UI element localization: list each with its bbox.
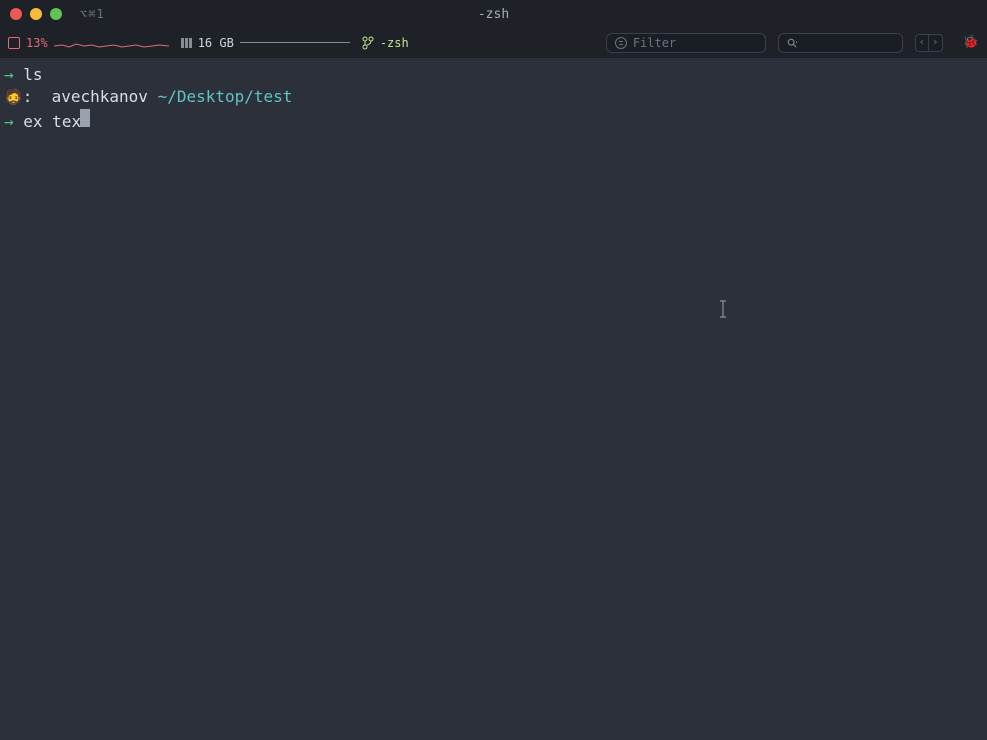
branch-status: -zsh — [362, 36, 409, 50]
cpu-status: 13% — [8, 36, 169, 50]
status-bar: 13% 16 GB -zsh ‹ — [0, 28, 987, 58]
cpu-percent: 13% — [26, 36, 48, 50]
prompt-line: 🧔: avechkanov ~/Desktop/test — [4, 86, 983, 108]
filter-box[interactable] — [606, 33, 766, 53]
terminal-content[interactable]: → ls 🧔: avechkanov ~/Desktop/test → ex t… — [0, 58, 987, 139]
cpu-sparkline — [54, 36, 169, 50]
filter-input[interactable] — [633, 36, 757, 50]
prompt-arrow: → — [4, 111, 14, 133]
search-input[interactable] — [803, 36, 894, 50]
prompt-emoji: 🧔 — [4, 87, 23, 108]
ram-size: 16 GB — [198, 36, 234, 50]
minimize-window-button[interactable] — [30, 8, 42, 20]
terminal-cursor — [80, 109, 90, 127]
text-cursor-icon — [716, 300, 730, 322]
traffic-lights — [10, 8, 62, 20]
prompt-arrow: → — [4, 64, 14, 86]
cpu-icon — [8, 37, 20, 49]
prompt-colon: : — [23, 86, 33, 108]
window-titlebar: ⌥⌘1 -zsh — [0, 0, 987, 28]
search-prev-button[interactable]: ‹ — [915, 34, 929, 52]
close-window-button[interactable] — [10, 8, 22, 20]
ram-line — [240, 42, 350, 43]
git-branch-icon — [362, 36, 374, 50]
current-command: ex tex — [23, 111, 81, 133]
maximize-window-button[interactable] — [50, 8, 62, 20]
search-box[interactable] — [778, 33, 903, 53]
search-next-button[interactable]: › — [929, 34, 943, 52]
search-icon — [787, 38, 797, 48]
branch-name: -zsh — [380, 36, 409, 50]
window-title: -zsh — [478, 7, 509, 22]
bug-icon[interactable]: 🐞 — [963, 35, 979, 50]
prompt-user: avechkanov — [52, 86, 148, 108]
command-text: ls — [23, 64, 42, 86]
current-input-line: → ex tex — [4, 109, 983, 133]
tab-shortcut-indicator: ⌥⌘1 — [80, 7, 105, 21]
ram-icon — [181, 38, 192, 48]
terminal-line: → ls — [4, 64, 983, 86]
filter-icon — [615, 37, 627, 49]
ram-status: 16 GB — [181, 36, 350, 50]
prompt-path: ~/Desktop/test — [158, 86, 293, 108]
search-nav-buttons: ‹ › — [915, 34, 943, 52]
